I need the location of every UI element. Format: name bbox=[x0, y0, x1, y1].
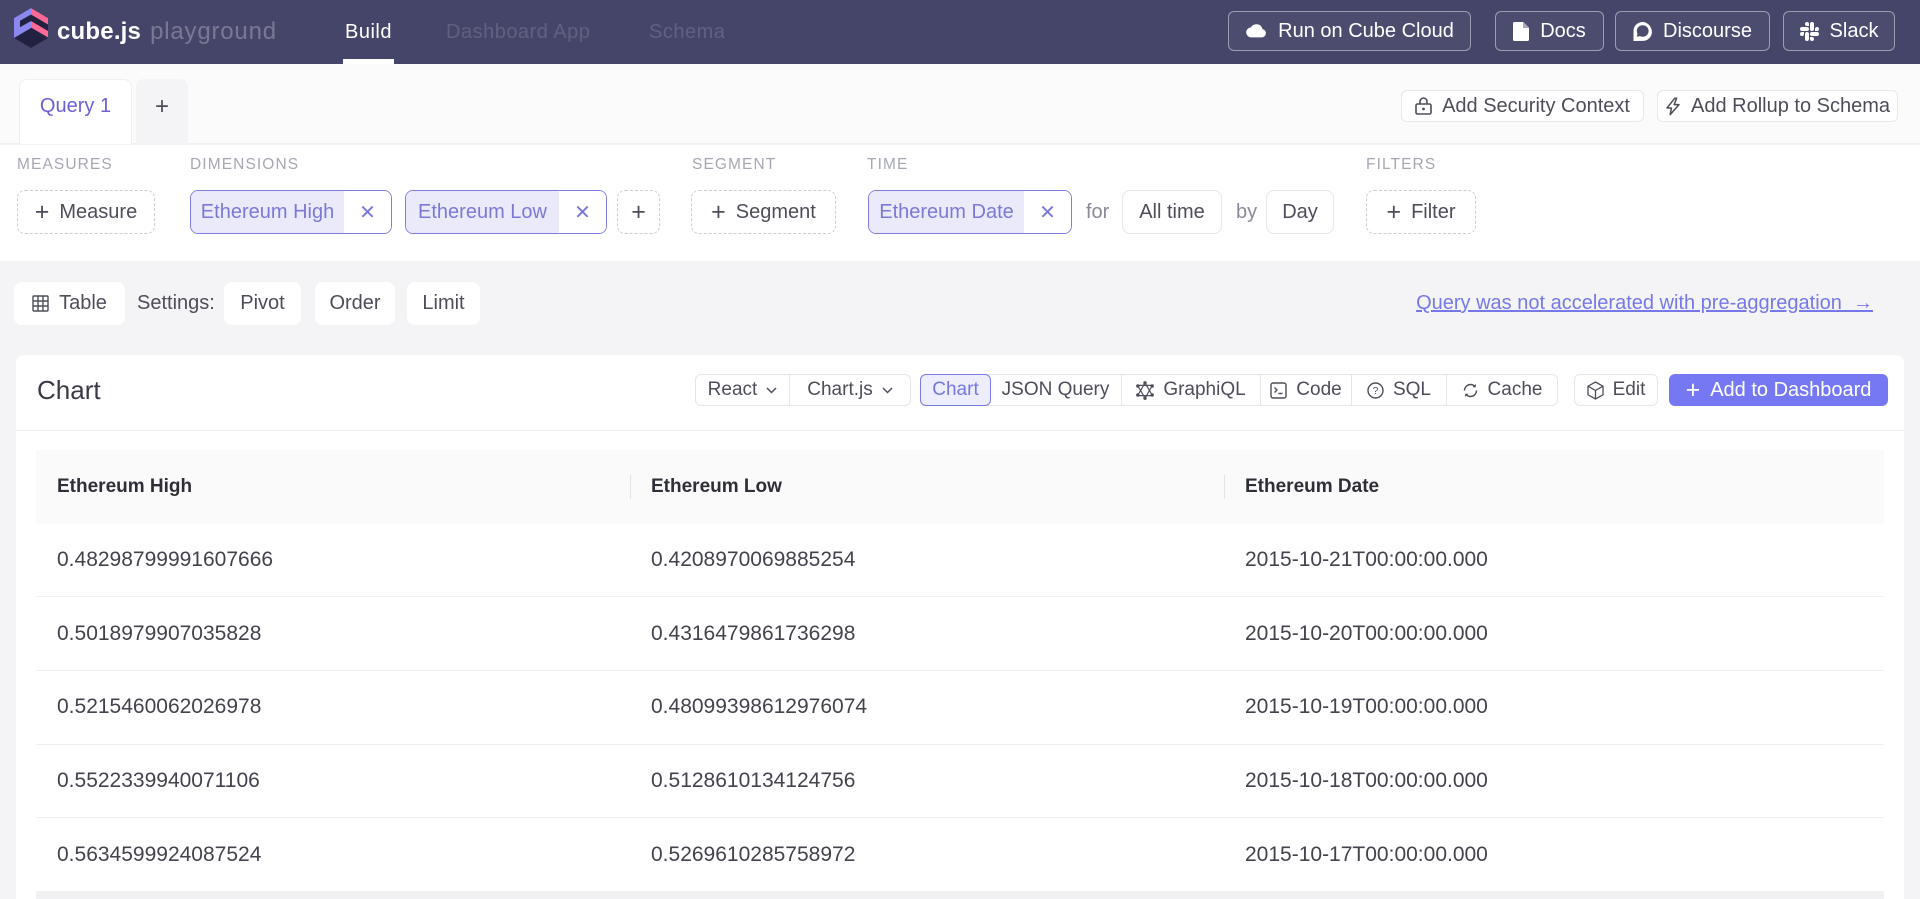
svg-text:?: ? bbox=[1373, 386, 1379, 397]
